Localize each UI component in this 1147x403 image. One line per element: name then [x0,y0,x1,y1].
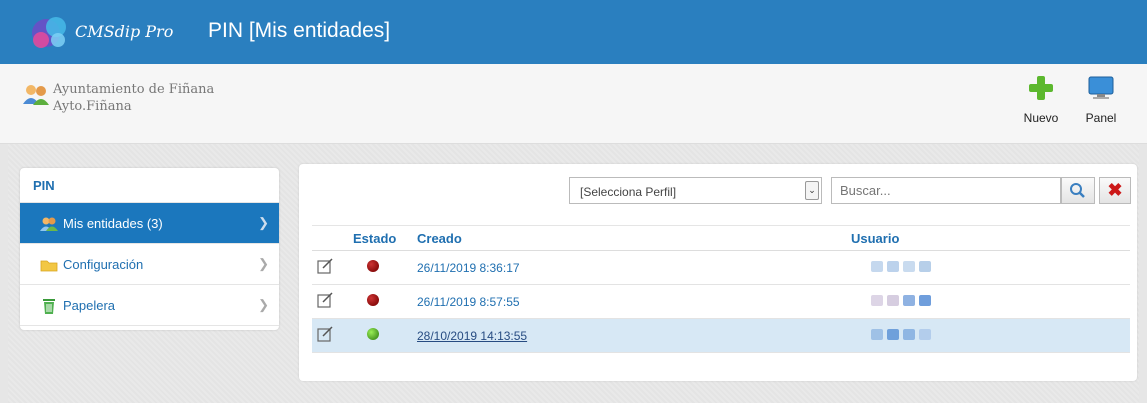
redacted-block [919,294,931,306]
chevron-right-icon: ❯ [258,256,269,271]
clear-button[interactable]: ✖ [1099,177,1131,204]
redacted-block [871,328,883,340]
edit-cell[interactable] [312,318,349,353]
panel-button-label: Panel [1085,111,1117,125]
plus-icon [1029,76,1053,100]
header-creado[interactable]: Creado [415,225,851,251]
sidebar-item-label: Papelera [63,298,116,313]
app-brand: CMSdip Pro [75,22,174,41]
monitor-icon [1088,76,1114,99]
main-panel: [Selecciona Perfil] ⌄ ✖ Estado Creado Us… [299,164,1137,381]
panel-button[interactable]: Panel [1077,76,1125,136]
created-date-link[interactable]: 28/10/2019 14:13:55 [417,329,527,343]
edit-icon [317,326,333,342]
edit-cell[interactable] [312,250,349,285]
top-bar: CMSdip Pro PIN [Mis entidades] [0,0,1147,64]
sidebar-title: PIN [20,168,279,203]
created-date: 26/11/2019 8:57:55 [417,294,520,309]
redacted-block [871,294,883,306]
redacted-block [887,294,899,306]
user-cell [851,284,1130,319]
chevron-right-icon: ❯ [258,297,269,312]
sidebar-item-label: Configuración [63,257,144,272]
users-icon [40,217,58,231]
search-button[interactable] [1061,177,1095,204]
sidebar-item-configuracion[interactable]: Configuración ❯ [20,244,279,285]
created-cell[interactable]: 28/10/2019 14:13:55 [415,318,851,353]
org-name: Ayuntamiento de Fiñana [53,82,215,97]
chevron-right-icon: ❯ [258,215,269,230]
chevron-down-icon: ⌄ [805,181,819,200]
created-cell: 26/11/2019 8:57:55 [415,284,851,319]
sidebar: PIN Mis entidades (3) ❯ Configuración ❯ … [20,168,279,330]
org-short-name: Ayto.Fiñana [53,99,132,114]
header-usuario[interactable]: Usuario [851,225,1130,251]
redacted-block [887,328,899,340]
status-red-icon [367,294,379,306]
search-input[interactable] [831,177,1061,204]
status-cell [349,284,415,319]
header-estado[interactable]: Estado [349,225,415,251]
status-green-icon [367,328,379,340]
redacted-block [919,328,931,340]
edit-cell[interactable] [312,284,349,319]
status-red-icon [367,260,379,272]
search-icon [1070,183,1085,198]
user-cell [851,250,1130,285]
user-cell [851,318,1130,353]
users-icon [23,85,49,105]
table-row[interactable]: 26/11/2019 8:36:17 [312,250,1130,285]
profile-select-value: [Selecciona Perfil] [580,185,677,199]
entities-table: Estado Creado Usuario 26/11/2019 8:36:17 [312,225,1130,353]
redacted-block [887,260,899,272]
created-cell: 26/11/2019 8:36:17 [415,250,851,285]
sidebar-item-mis-entidades[interactable]: Mis entidades (3) ❯ [20,203,279,244]
redacted-block [903,328,915,340]
table-row[interactable]: 28/10/2019 14:13:55 [312,318,1130,353]
redacted-block [871,260,883,272]
new-button-label: Nuevo [1023,111,1059,125]
sidebar-item-papelera[interactable]: Papelera ❯ [20,285,279,326]
table-row[interactable]: 26/11/2019 8:57:55 [312,284,1130,319]
edit-icon [317,258,333,274]
new-button[interactable]: Nuevo [1017,76,1065,136]
header-edit [312,225,349,251]
profile-select[interactable]: [Selecciona Perfil] ⌄ [569,177,822,204]
redacted-block [903,294,915,306]
edit-icon [317,292,333,308]
org-header: Ayuntamiento de Fiñana Ayto.Fiñana Nuevo… [0,64,1147,144]
folder-icon [40,260,58,272]
close-icon: ✖ [1107,180,1123,200]
trash-icon [43,299,55,314]
table-header: Estado Creado Usuario [312,225,1130,251]
sidebar-item-label: Mis entidades (3) [63,216,163,231]
app-logo-icon [32,17,66,48]
redacted-block [903,260,915,272]
created-date: 26/11/2019 8:36:17 [417,260,520,275]
page-title: PIN [Mis entidades] [208,19,391,42]
status-cell [349,250,415,285]
status-cell [349,318,415,353]
redacted-block [919,260,931,272]
